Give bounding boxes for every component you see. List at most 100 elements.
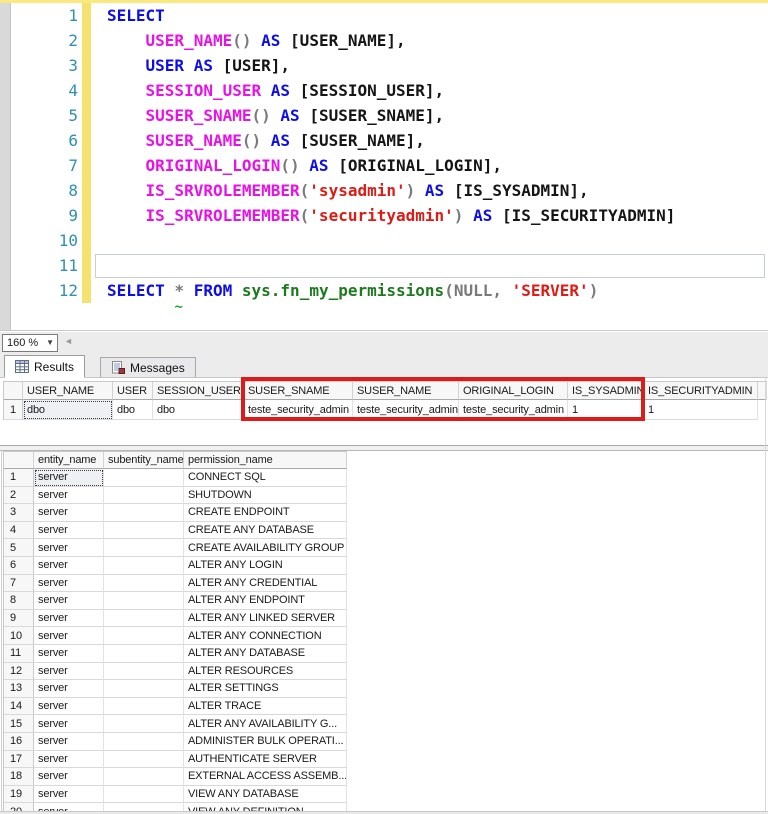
scrollbar-left-arrow-icon[interactable]: ◄ <box>64 337 73 346</box>
row-header[interactable]: 14 <box>4 697 34 716</box>
grid-cell[interactable] <box>104 486 184 505</box>
grid-cell[interactable]: server <box>34 644 104 663</box>
column-header[interactable]: SESSION_USER <box>153 382 244 400</box>
grid-cell[interactable]: VIEW ANY DATABASE <box>184 785 347 804</box>
row-header[interactable]: 1 <box>4 400 23 420</box>
grid-cell[interactable]: server <box>34 504 104 522</box>
grid-cell[interactable]: CREATE ENDPOINT <box>184 504 347 522</box>
grid-cell[interactable]: ALTER ANY AVAILABILITY G... <box>184 715 347 733</box>
grid-cell[interactable]: teste_security_admin <box>459 400 568 420</box>
grid-cell[interactable] <box>104 556 184 575</box>
column-header[interactable]: ORIGINAL_LOGIN <box>459 382 568 400</box>
row-header[interactable]: 10 <box>4 627 34 645</box>
grid-cell[interactable]: teste_security_admin <box>244 400 353 420</box>
column-header[interactable]: SUSER_NAME <box>353 382 459 400</box>
grid-cell[interactable]: server <box>34 715 104 733</box>
grid-corner-header[interactable] <box>4 452 34 469</box>
grid-cell[interactable] <box>104 469 184 487</box>
row-header[interactable]: 7 <box>4 574 34 593</box>
grid-cell[interactable]: ALTER ANY CONNECTION <box>184 627 347 645</box>
grid-cell[interactable]: teste_security_admin <box>353 400 459 420</box>
grid-cell[interactable]: ADMINISTER BULK OPERATI... <box>184 732 347 751</box>
row-header[interactable]: 4 <box>4 521 34 540</box>
row-header[interactable]: 9 <box>4 609 34 628</box>
grid-corner-header[interactable] <box>4 382 23 400</box>
row-header[interactable]: 16 <box>4 732 34 751</box>
row-header[interactable]: 17 <box>4 750 34 769</box>
grid-cell[interactable]: server <box>34 592 104 610</box>
row-header[interactable]: 1 <box>4 469 34 487</box>
grid-cell[interactable]: ALTER ANY LOGIN <box>184 556 347 575</box>
grid-cell[interactable]: CREATE AVAILABILITY GROUP <box>184 539 347 557</box>
row-header[interactable]: 12 <box>4 662 34 681</box>
grid-cell[interactable] <box>104 592 184 610</box>
grid-cell[interactable]: server <box>34 697 104 716</box>
row-header[interactable]: 8 <box>4 592 34 610</box>
grid-cell[interactable]: server <box>34 680 104 698</box>
grid-cell[interactable]: server <box>34 662 104 681</box>
grid-cell[interactable] <box>104 750 184 769</box>
grid-cell[interactable]: EXTERNAL ACCESS ASSEMB... <box>184 768 347 786</box>
grid-cell[interactable] <box>104 768 184 786</box>
row-header[interactable]: 19 <box>4 785 34 804</box>
column-header[interactable]: SUSER_SNAME <box>244 382 353 400</box>
column-header[interactable]: permission_name <box>184 452 347 469</box>
column-header[interactable]: IS_SYSADMIN <box>568 382 644 400</box>
grid-cell[interactable] <box>104 644 184 663</box>
grid-cell[interactable] <box>104 609 184 628</box>
grid-cell[interactable]: server <box>34 556 104 575</box>
grid-cell[interactable]: CONNECT SQL <box>184 469 347 487</box>
row-header[interactable]: 18 <box>4 768 34 786</box>
grid-cell[interactable] <box>104 539 184 557</box>
grid-cell[interactable]: server <box>34 768 104 786</box>
tab-messages[interactable]: Messages <box>100 357 196 377</box>
grid-cell[interactable]: dbo <box>153 400 244 420</box>
grid-cell[interactable]: server <box>34 732 104 751</box>
grid-cell[interactable]: VIEW ANY DEFINITION <box>184 803 347 811</box>
grid-cell[interactable]: 1 <box>568 400 644 420</box>
column-header[interactable]: entity_name <box>34 452 104 469</box>
grid-cell[interactable]: server <box>34 750 104 769</box>
grid-cell[interactable]: ALTER ANY CREDENTIAL <box>184 574 347 593</box>
row-header[interactable]: 11 <box>4 644 34 663</box>
grid-cell[interactable]: server <box>34 574 104 593</box>
row-header[interactable]: 3 <box>4 504 34 522</box>
grid-cell[interactable]: server <box>34 539 104 557</box>
row-header[interactable]: 5 <box>4 539 34 557</box>
column-header[interactable]: USER_NAME <box>23 382 113 400</box>
grid-cell[interactable]: server <box>34 486 104 505</box>
column-header[interactable]: USER <box>113 382 153 400</box>
grid-cell[interactable]: dbo <box>113 400 153 420</box>
grid-cell[interactable]: ALTER RESOURCES <box>184 662 347 681</box>
grid-cell[interactable]: server <box>34 785 104 804</box>
zoom-level-select[interactable]: 160 % ▼ <box>2 334 58 352</box>
grid-cell[interactable] <box>104 697 184 716</box>
grid-cell[interactable]: server <box>34 469 104 487</box>
grid-cell[interactable]: AUTHENTICATE SERVER <box>184 750 347 769</box>
grid-cell[interactable]: SHUTDOWN <box>184 486 347 505</box>
grid-cell[interactable] <box>104 521 184 540</box>
grid-cell[interactable]: ALTER ANY LINKED SERVER <box>184 609 347 628</box>
grid-cell[interactable]: server <box>34 627 104 645</box>
grid-cell[interactable]: ALTER ANY ENDPOINT <box>184 592 347 610</box>
grid-cell[interactable] <box>104 574 184 593</box>
row-header[interactable]: 2 <box>4 486 34 505</box>
grid-cell[interactable]: server <box>34 803 104 811</box>
grid-cell[interactable]: ALTER ANY DATABASE <box>184 644 347 663</box>
grid-cell[interactable] <box>104 504 184 522</box>
grid-cell[interactable]: server <box>34 521 104 540</box>
grid-cell[interactable]: 1 <box>644 400 758 420</box>
column-header[interactable]: IS_SECURITYADMIN <box>644 382 758 400</box>
row-header[interactable]: 20 <box>4 803 34 811</box>
grid-cell[interactable]: CREATE ANY DATABASE <box>184 521 347 540</box>
grid-cell[interactable] <box>104 627 184 645</box>
sql-editor[interactable]: 1 SELECT 2 USER_NAME() AS [USER_NAME], 3 US… <box>0 0 768 330</box>
grid-cell[interactable] <box>104 715 184 733</box>
grid-cell[interactable] <box>104 680 184 698</box>
grid-cell[interactable] <box>104 662 184 681</box>
row-header[interactable]: 6 <box>4 556 34 575</box>
row-header[interactable]: 13 <box>4 680 34 698</box>
grid-cell[interactable] <box>104 732 184 751</box>
grid-cell[interactable] <box>104 785 184 804</box>
column-header[interactable]: subentity_name <box>104 452 184 469</box>
